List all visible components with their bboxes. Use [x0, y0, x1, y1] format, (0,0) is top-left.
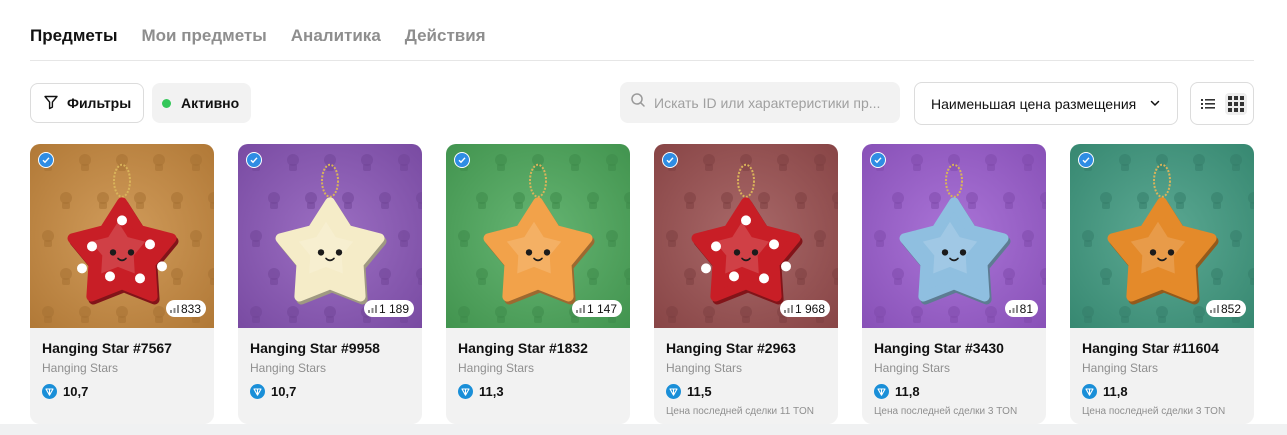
tab-my-items[interactable]: Мои предметы: [142, 26, 267, 46]
toolbar: Фильтры Активно Наименьшая цена размещен…: [30, 82, 1254, 125]
item-card[interactable]: 1 147 Hanging Star #1832 Hanging Stars 1…: [446, 144, 630, 424]
verified-icon: [662, 152, 678, 168]
item-collection: Hanging Stars: [1082, 361, 1159, 375]
item-image: 1 189: [238, 144, 422, 328]
item-collection: Hanging Stars: [666, 361, 743, 375]
item-card[interactable]: 1 968 Hanging Star #2963 Hanging Stars 1…: [654, 144, 838, 424]
item-collection: Hanging Stars: [458, 361, 535, 375]
item-price: 10,7: [250, 384, 410, 399]
item-image: 852: [1070, 144, 1254, 328]
item-price: 11,8: [874, 384, 1034, 399]
tab-items[interactable]: Предметы: [30, 26, 118, 46]
supply-badge: 1 968: [779, 300, 830, 317]
sort-dropdown[interactable]: Наименьшая цена размещения: [914, 82, 1178, 125]
bottom-strip: [0, 424, 1287, 435]
bar-chart-icon: [1209, 302, 1219, 316]
bar-chart-icon: [169, 302, 179, 316]
item-image: 1 968: [654, 144, 838, 328]
item-last-sale: Цена последней сделки 3 TON: [874, 406, 1018, 417]
item-title: Hanging Star #3430: [874, 340, 1004, 356]
filters-button-label: Фильтры: [67, 95, 132, 111]
tabs-divider: [30, 60, 1254, 61]
chevron-down-icon: [1149, 96, 1161, 112]
tab-activity[interactable]: Действия: [405, 26, 486, 46]
verified-icon: [1078, 152, 1094, 168]
supply-badge: 833: [165, 300, 206, 317]
supply-badge: 1 189: [363, 300, 414, 317]
ton-icon: [666, 384, 681, 399]
item-last-sale: Цена последней сделки 11 TON: [666, 406, 814, 417]
grid-icon: [1228, 95, 1244, 112]
view-toggle: [1190, 82, 1254, 125]
ton-icon: [250, 384, 265, 399]
item-collection: Hanging Stars: [874, 361, 951, 375]
ton-icon: [1082, 384, 1097, 399]
items-grid: 833 Hanging Star #7567 Hanging Stars 10,…: [30, 144, 1254, 424]
status-label: Активно: [181, 95, 240, 111]
item-price-value: 11,8: [1103, 384, 1128, 399]
search-box: [620, 82, 900, 123]
item-image: 833: [30, 144, 214, 328]
item-title: Hanging Star #7567: [42, 340, 172, 356]
verified-icon: [38, 152, 54, 168]
item-price-value: 11,3: [479, 384, 504, 399]
status-filter-chip[interactable]: Активно: [152, 83, 252, 123]
supply-count: 1 968: [794, 301, 825, 316]
item-image: 81: [862, 144, 1046, 328]
supply-badge: 852: [1205, 300, 1246, 317]
list-view-button[interactable]: [1197, 93, 1219, 115]
search-input[interactable]: [654, 94, 894, 111]
item-price-value: 11,8: [895, 384, 920, 399]
item-card[interactable]: 81 Hanging Star #3430 Hanging Stars 11,8…: [862, 144, 1046, 424]
status-dot: [162, 98, 171, 108]
ton-icon: [458, 384, 473, 399]
item-collection: Hanging Stars: [42, 361, 119, 375]
item-title: Hanging Star #1832: [458, 340, 588, 356]
item-price-value: 11,5: [687, 384, 712, 399]
bar-chart-icon: [367, 302, 377, 316]
list-icon: [1201, 98, 1215, 109]
supply-count: 833: [180, 301, 201, 316]
filters-button[interactable]: Фильтры: [30, 83, 145, 123]
filter-icon: [43, 94, 59, 113]
sort-label: Наименьшая цена размещения: [931, 95, 1137, 112]
supply-count: 1 189: [378, 301, 409, 316]
supply-count: 81: [1019, 301, 1033, 316]
verified-icon: [246, 152, 262, 168]
item-image: 1 147: [446, 144, 630, 328]
ton-icon: [874, 384, 889, 399]
bar-chart-icon: [575, 302, 585, 316]
item-title: Hanging Star #2963: [666, 340, 796, 356]
item-price: 11,3: [458, 384, 618, 399]
item-card[interactable]: 852 Hanging Star #11604 Hanging Stars 11…: [1070, 144, 1254, 424]
supply-badge: 81: [1004, 300, 1038, 317]
item-price: 11,5: [666, 384, 826, 399]
item-price: 10,7: [42, 384, 202, 399]
bar-chart-icon: [783, 302, 793, 316]
tab-analytics[interactable]: Аналитика: [291, 26, 381, 46]
supply-count: 852: [1220, 301, 1241, 316]
grid-view-button[interactable]: [1225, 92, 1247, 115]
item-card[interactable]: 833 Hanging Star #7567 Hanging Stars 10,…: [30, 144, 214, 424]
ton-icon: [42, 384, 57, 399]
tab-bar: Предметы Мои предметы Аналитика Действия: [30, 26, 486, 46]
item-price-value: 10,7: [271, 384, 297, 399]
supply-count: 1 147: [586, 301, 617, 316]
supply-badge: 1 147: [571, 300, 622, 317]
item-collection: Hanging Stars: [250, 361, 327, 375]
search-icon: [630, 92, 646, 113]
verified-icon: [454, 152, 470, 168]
bar-chart-icon: [1008, 302, 1018, 316]
item-title: Hanging Star #11604: [1082, 340, 1219, 356]
item-title: Hanging Star #9958: [250, 340, 380, 356]
item-card[interactable]: 1 189 Hanging Star #9958 Hanging Stars 1…: [238, 144, 422, 424]
item-price-value: 10,7: [63, 384, 89, 399]
item-last-sale: Цена последней сделки 3 TON: [1082, 406, 1226, 417]
verified-icon: [870, 152, 886, 168]
item-price: 11,8: [1082, 384, 1242, 399]
